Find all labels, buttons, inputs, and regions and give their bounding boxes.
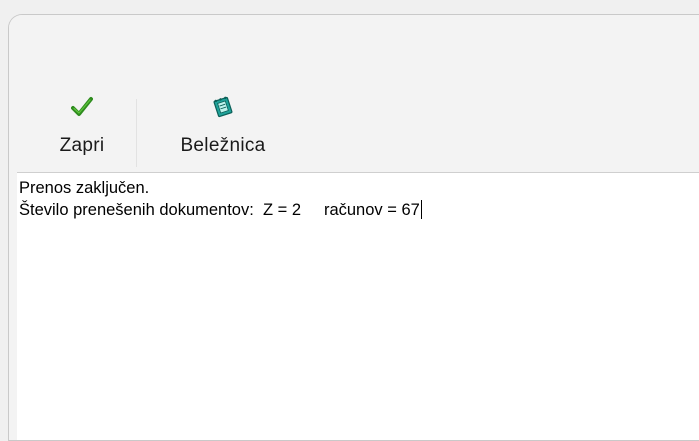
toolbar: Zapri Beležnica <box>9 15 699 171</box>
notepad-button[interactable]: Beležnica <box>148 91 298 169</box>
checkmark-icon <box>71 96 93 118</box>
close-button-label: Zapri <box>59 135 105 156</box>
close-button[interactable]: Zapri <box>36 91 128 169</box>
document-count-text: Število prenešenih dokumentov: Z = 2 rač… <box>19 201 420 219</box>
notepad-icon <box>212 96 234 118</box>
message-text-area[interactable]: Prenos zaključen. Število prenešenih dok… <box>17 172 699 440</box>
toolbar-separator <box>136 99 137 167</box>
transfer-status-line: Prenos zaključen. <box>19 179 150 197</box>
notepad-button-label: Beležnica <box>180 135 266 156</box>
dialog-window: Zapri Beležnica Prenos zaključen. Števil… <box>8 14 699 441</box>
text-caret <box>420 200 422 219</box>
document-count-line: Število prenešenih dokumentov: Z = 2 rač… <box>19 199 699 221</box>
